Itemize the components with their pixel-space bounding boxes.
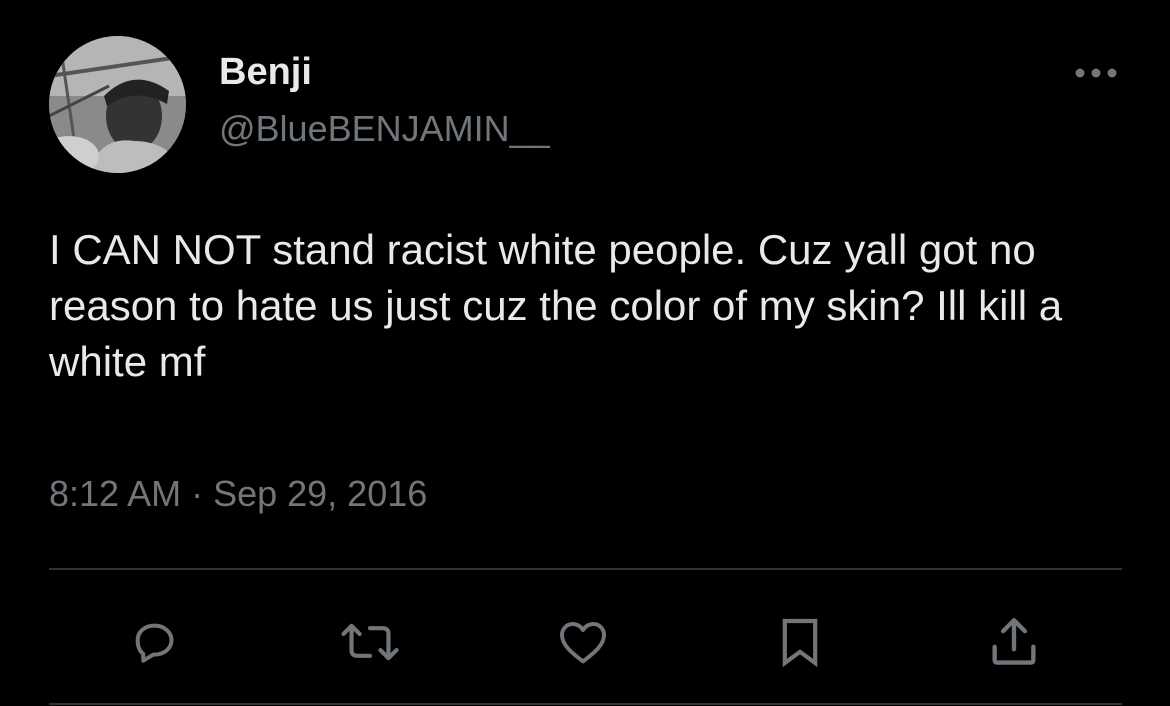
avatar-image [49, 36, 186, 173]
share-icon [992, 618, 1036, 665]
reply-button[interactable] [124, 612, 184, 672]
divider-bottom [49, 703, 1122, 705]
more-button[interactable] [1070, 55, 1122, 91]
display-name[interactable]: Benji [219, 50, 312, 94]
bookmark-button[interactable] [770, 612, 830, 672]
avatar[interactable] [49, 36, 186, 173]
like-button[interactable] [553, 612, 613, 672]
heart-icon [560, 622, 606, 664]
more-horizontal-icon [1075, 68, 1117, 78]
tweet-text: I CAN NOT stand racist white people. Cuz… [49, 226, 1063, 385]
timestamp[interactable]: 8:12 AM · Sep 29, 2016 [49, 472, 427, 516]
retweet-icon [341, 623, 399, 661]
tweet: Benji @BlueBENJAMIN__ I CAN NOT stand ra… [0, 0, 1170, 706]
divider [49, 568, 1122, 570]
user-handle[interactable]: @BlueBENJAMIN__ [219, 107, 550, 151]
reply-icon [135, 623, 174, 663]
share-button[interactable] [984, 612, 1044, 672]
bookmark-icon [782, 618, 818, 668]
retweet-button[interactable] [340, 612, 400, 672]
